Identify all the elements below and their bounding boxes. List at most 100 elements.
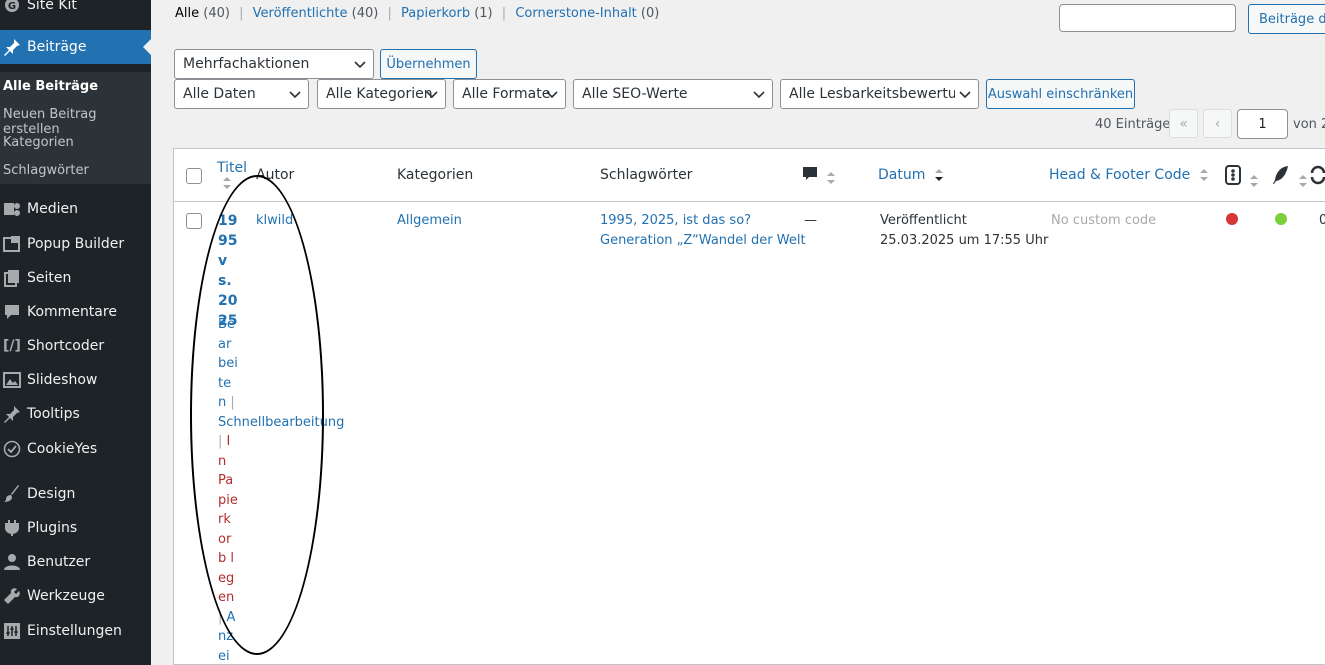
sidebar-item-label: Popup Builder — [27, 236, 125, 252]
sidebar-item-label: Tooltips — [27, 406, 80, 422]
search-input[interactable] — [1059, 4, 1236, 32]
sidebar-item-posts[interactable]: Beiträge — [0, 30, 151, 64]
view-cornerstone-count: (0) — [640, 6, 660, 21]
post-title-link[interactable]: 1995 vs. 2025 — [218, 211, 238, 331]
edit-action[interactable]: Bearbeiten — [218, 317, 238, 410]
chevron-down-icon — [354, 61, 366, 69]
bulk-actions-value: Mehrfachaktionen — [183, 56, 310, 72]
sidebar-item-media[interactable]: Medien — [0, 192, 151, 226]
sort-icon — [222, 176, 247, 194]
pin-icon — [2, 404, 22, 424]
sidebar-item-tools[interactable]: Werkzeuge — [0, 579, 151, 613]
sidebar-item-slideshow[interactable]: Slideshow — [0, 363, 151, 397]
select-all-checkbox[interactable] — [186, 168, 202, 184]
sidebar-item-comments[interactable]: Kommentare — [0, 295, 151, 329]
column-title[interactable]: Titel — [217, 160, 247, 194]
trash-action[interactable]: In Papierkorb legen — [218, 434, 238, 605]
sidebar-item-site-kit[interactable]: G Site Kit — [0, 0, 151, 22]
comments-count: — — [804, 213, 817, 228]
post-status-views: Alle (40) | Veröffentlichte (40) | Papie… — [175, 6, 659, 21]
column-title-label: Titel — [217, 160, 248, 176]
category-filter-select[interactable]: Alle Kategorien — [317, 79, 446, 109]
view-cornerstone[interactable]: Cornerstone-Inhalt — [515, 6, 636, 21]
view-published-count: (40) — [351, 6, 379, 21]
filter-submit-button[interactable]: Auswahl einschränken — [986, 79, 1135, 109]
sidebar-item-plugins[interactable]: Plugins — [0, 511, 151, 545]
column-hfcode-label: Head & Footer Code — [1049, 167, 1191, 183]
seo-score-dot — [1226, 213, 1238, 225]
column-readability[interactable] — [1272, 165, 1308, 189]
author-link[interactable]: klwild — [256, 213, 293, 228]
admin-sidebar: G Site Kit Beiträge Alle Beiträge Neuen … — [0, 0, 151, 665]
sidebar-item-label: Medien — [27, 201, 78, 217]
sidebar-item-label: Kommentare — [27, 304, 117, 320]
column-date[interactable]: Datum — [878, 167, 944, 183]
post-status: Veröffentlicht — [880, 213, 967, 228]
column-hfcode[interactable]: Head & Footer Code — [1049, 167, 1209, 183]
sidebar-item-settings[interactable]: Einstellungen — [0, 614, 151, 648]
sidebar-item-design[interactable]: Design — [0, 477, 151, 511]
view-published[interactable]: Veröffentlichte — [253, 6, 348, 21]
format-filter-select[interactable]: Alle Formate — [453, 79, 566, 109]
search-posts-button[interactable]: Beiträge du — [1248, 4, 1325, 34]
sidebar-item-tooltips[interactable]: Tooltips — [0, 397, 151, 431]
column-links[interactable] — [1309, 165, 1325, 189]
action-separator: | — [230, 395, 235, 410]
chevron-down-icon — [426, 91, 438, 99]
prev-page-button[interactable]: ‹ — [1203, 109, 1232, 138]
table-header: Titel Autor Kategorien Schlagwörter Datu… — [174, 149, 1325, 202]
view-separator: | — [239, 6, 244, 21]
media-icon — [2, 199, 22, 219]
user-icon — [2, 552, 22, 572]
seo-filter-select[interactable]: Alle SEO-Werte — [573, 79, 773, 109]
column-comments[interactable] — [802, 166, 836, 186]
readability-filter-select[interactable]: Alle Lesbarkeitsbewertunge — [780, 79, 979, 109]
column-seo[interactable] — [1225, 165, 1259, 189]
tags-link-line1[interactable]: 1995, 2025, ist das so? — [600, 213, 751, 228]
row-actions: Bearbeiten | Schnellbearbeitung | In Pap… — [218, 315, 344, 665]
plug-icon — [2, 518, 22, 538]
sort-icon — [1250, 175, 1259, 187]
view-all-count: (40) — [203, 6, 230, 21]
sort-icon — [1299, 175, 1308, 187]
submenu-all-posts[interactable]: Alle Beiträge — [3, 79, 98, 94]
sidebar-item-cookieyes[interactable]: CookieYes — [0, 432, 151, 466]
apply-button[interactable]: Übernehmen — [380, 49, 477, 79]
view-all[interactable]: Alle — [175, 6, 199, 21]
current-page-input[interactable]: 1 — [1237, 109, 1288, 139]
view-trash[interactable]: Papierkorb — [401, 6, 470, 21]
sidebar-item-label: Design — [27, 486, 76, 502]
sidebar-item-shortcoder[interactable]: [/] Shortcoder — [0, 329, 151, 363]
tags-link-line2[interactable]: Generation „Z“Wandel der Welt — [600, 233, 806, 248]
items-count: 40 Einträge — [1095, 117, 1171, 132]
column-tags: Schlagwörter — [600, 167, 693, 183]
view-separator: | — [501, 6, 507, 21]
first-page-button[interactable]: « — [1169, 109, 1198, 138]
date-filter-select[interactable]: Alle Daten — [174, 79, 309, 109]
submenu-categories[interactable]: Kategorien — [3, 135, 74, 150]
bulk-actions-select[interactable]: Mehrfachaktionen — [174, 49, 374, 79]
sidebar-item-pages[interactable]: Seiten — [0, 261, 151, 295]
check-circle-icon — [2, 439, 22, 459]
category-link[interactable]: Allgemein — [397, 213, 462, 228]
post-date: 25.03.2025 um 17:55 Uhr — [880, 233, 1049, 248]
hfcode-status: No custom code — [1051, 213, 1157, 228]
quick-edit-action[interactable]: Schnellbearbeitung — [218, 415, 344, 430]
chevron-down-icon — [958, 87, 972, 101]
sidebar-item-users[interactable]: Benutzer — [0, 545, 151, 579]
posts-table: Titel Autor Kategorien Schlagwörter Datu… — [173, 148, 1325, 665]
category-filter-value: Alle Kategorien — [326, 86, 433, 102]
sidebar-item-label: Benutzer — [27, 554, 91, 570]
sidebar-item-label: Shortcoder — [27, 338, 105, 354]
submenu-new-post[interactable]: Neuen Beitrag erstellen — [3, 107, 151, 137]
brush-icon — [2, 484, 22, 504]
date-filter-value: Alle Daten — [183, 86, 256, 102]
row-checkbox[interactable] — [186, 213, 202, 229]
sidebar-item-label: Werkzeuge — [27, 588, 105, 604]
sort-icon — [1199, 169, 1208, 181]
sidebar-item-label: Beiträge — [27, 39, 87, 55]
submenu-tags[interactable]: Schlagwörter — [3, 163, 89, 178]
sidebar-item-popup-builder[interactable]: Popup Builder — [0, 227, 151, 261]
readability-score-dot — [1275, 213, 1287, 225]
google-g-icon: G — [2, 0, 22, 15]
